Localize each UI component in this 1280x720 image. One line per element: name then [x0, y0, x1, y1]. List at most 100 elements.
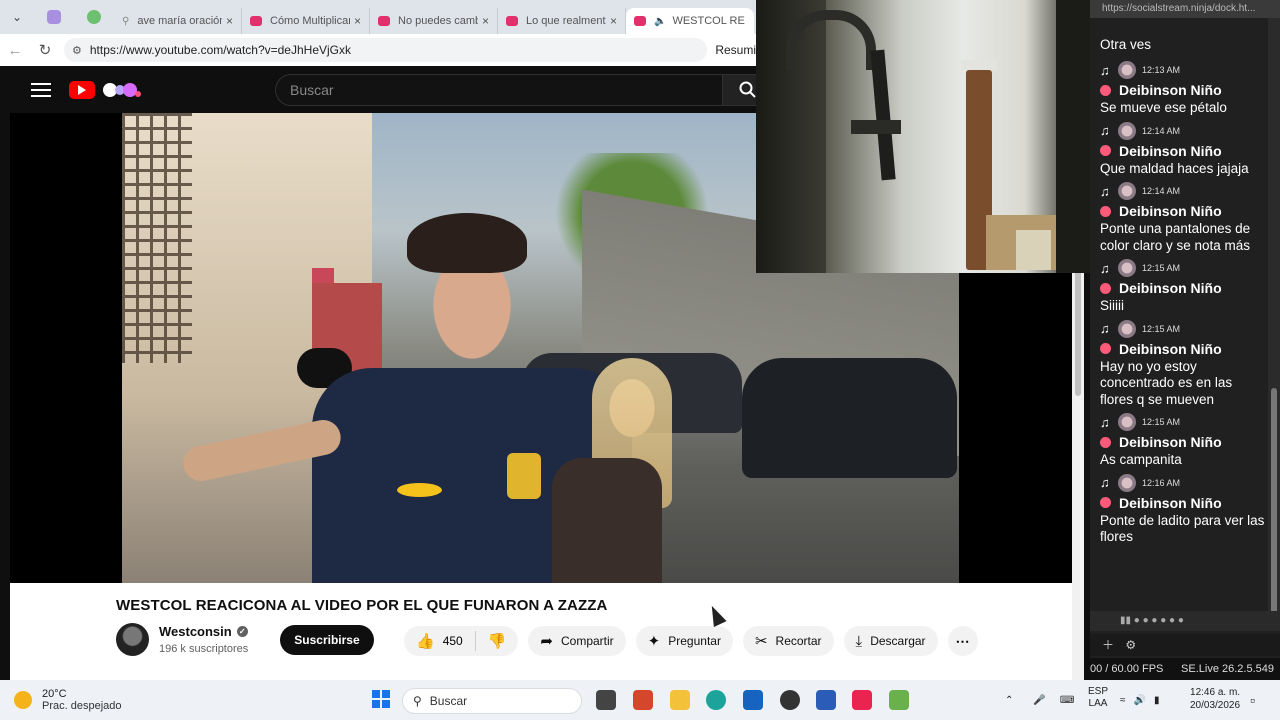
search-icon: ⚲ — [413, 694, 422, 708]
youtube-icon — [634, 16, 646, 26]
clip-label: Recortar — [775, 634, 822, 648]
obs-icon[interactable] — [780, 690, 800, 710]
close-tab-icon[interactable]: × — [610, 14, 617, 28]
version-label: SE.Live 26.2.5.549 — [1181, 663, 1274, 675]
more-actions-icon[interactable]: ⋯ — [947, 626, 978, 656]
clip-button[interactable]: ✂ Recortar — [742, 626, 834, 656]
youtube-logo[interactable] — [69, 80, 95, 99]
chat-scrollbar[interactable] — [1268, 18, 1280, 626]
webcam-overlay — [756, 0, 1101, 273]
task-view-icon[interactable] — [596, 690, 616, 710]
chevron-up-icon[interactable]: ⌃ — [1005, 695, 1013, 706]
reload-icon[interactable]: ↻ — [30, 41, 60, 59]
message-time: 12:15 AM — [1142, 323, 1181, 334]
channel-name[interactable]: Westconsin — [159, 624, 232, 639]
tiktok-icon[interactable] — [852, 690, 872, 710]
input-icon[interactable]: ⌨ — [1060, 695, 1074, 706]
site-settings-icon[interactable]: ⚙ — [72, 44, 82, 57]
notification-icon[interactable]: ▫ — [1250, 692, 1255, 708]
close-tab-icon[interactable]: × — [226, 14, 233, 28]
search-icon — [739, 81, 756, 98]
brave-icon[interactable] — [633, 690, 653, 710]
chat-message: ♫ 12:13 AM Deibinson Niño Se mueve ese pé… — [1090, 60, 1268, 121]
dislike-button[interactable]: 👎 — [476, 632, 519, 650]
channel-owner-row: Westconsin ✓ 196 k suscriptores Suscribi… — [116, 623, 374, 656]
avatar — [1118, 259, 1136, 277]
user-badge-icon — [1100, 145, 1111, 156]
emoji-bar[interactable]: ▮▮ ● ● ● ● ● ● — [1090, 611, 1280, 631]
close-tab-icon[interactable]: × — [482, 14, 489, 28]
instagram-icon — [506, 16, 518, 26]
microphone-icon[interactable]: 🎤 — [1033, 695, 1045, 706]
store-icon[interactable] — [743, 690, 763, 710]
tab-westcol[interactable]: 🔈 WESTCOL RE — [626, 8, 754, 34]
language-indicator[interactable]: ESP LAA — [1088, 686, 1108, 710]
search-input[interactable]: Buscar — [275, 74, 723, 106]
search-placeholder: Buscar — [290, 82, 334, 98]
tab-ave-maria[interactable]: ⚲ ave maría oración × — [114, 8, 242, 34]
temperature: 20°C — [42, 688, 67, 700]
user-badge-icon — [1100, 436, 1111, 448]
message-text: Ponte una pantalones de color claro y se… — [1100, 221, 1251, 253]
tab-list-dropdown-icon[interactable]: ⌄ — [0, 0, 34, 34]
tiktok-icon: ♫ — [1100, 475, 1110, 490]
back-arrow-icon[interactable]: ← — [0, 42, 30, 59]
app-icon[interactable] — [889, 690, 909, 710]
network-sound-battery[interactable]: ≈ 🔊 ▮ — [1120, 680, 1159, 720]
clock[interactable]: 12:46 a. m. 20/03/2026 — [1190, 686, 1240, 712]
message-time: 12:15 AM — [1142, 263, 1181, 273]
gear-icon[interactable]: ⚙ — [1125, 638, 1136, 652]
status-bar: 00 / 60.00 FPS SE.Live 26.2.5.549 — [1090, 658, 1280, 680]
avatar — [1118, 121, 1136, 140]
clock-date: 20/03/2026 — [1190, 700, 1241, 711]
pinned-tab-2[interactable] — [74, 0, 114, 34]
chat-scrollbar-thumb[interactable] — [1271, 388, 1277, 618]
channel-avatar[interactable] — [116, 623, 149, 656]
close-tab-icon[interactable]: × — [354, 14, 361, 28]
instagram-icon — [250, 16, 262, 26]
pinned-tab-1[interactable] — [34, 0, 74, 34]
ask-button[interactable]: ✦ Preguntar — [635, 626, 733, 656]
sun-icon — [14, 691, 32, 709]
tab-como-multiplicar[interactable]: Cómo Multiplicar × — [242, 8, 370, 34]
tiktok-icon: ♫ — [1100, 62, 1110, 78]
message-text: As campanita — [1100, 452, 1182, 467]
subscriber-count: 196 k suscriptores — [159, 643, 249, 655]
search-icon: ⚲ — [122, 15, 130, 27]
user-badge-icon — [1100, 84, 1111, 96]
edge-icon[interactable] — [706, 690, 726, 710]
chat-message: ♫ 12:14 AM Deibinson Niño Ponte una panta… — [1090, 181, 1268, 258]
message-time: 12:13 AM — [1142, 65, 1181, 75]
tab-lo-que-realmente[interactable]: Lo que realmente × — [498, 8, 626, 34]
chat-message: ♫ 12:15 AM Deibinson Niño Hay no yo estoy… — [1090, 319, 1268, 413]
url-field[interactable]: ⚙ https://www.youtube.com/watch?v=deJhHe… — [64, 38, 708, 62]
share-button[interactable]: ➦ Compartir — [528, 626, 626, 656]
download-button[interactable]: ⤓ Descargar — [843, 626, 938, 656]
weather-widget[interactable]: 20°C Prac. despejado — [14, 688, 174, 712]
message-author: Deibinson Niño — [1119, 340, 1222, 357]
ask-label: Preguntar — [668, 634, 721, 648]
tiktok-icon: ♫ — [1100, 183, 1110, 199]
sparkle-icon: ✦ — [647, 633, 661, 650]
youtube-doodle[interactable] — [101, 79, 145, 101]
like-button[interactable]: 👍 450 — [404, 631, 476, 651]
channel-name-row[interactable]: Westconsin ✓ — [159, 624, 248, 639]
menu-icon[interactable] — [31, 79, 51, 101]
message-author: Deibinson Niño — [1119, 280, 1222, 296]
page-scrollbar-thumb[interactable] — [1075, 256, 1081, 396]
share-arrow-icon: ➦ — [540, 633, 553, 650]
chat-partial-message: Otra ves — [1100, 37, 1152, 52]
subscribe-button[interactable]: Suscribirse — [280, 624, 374, 655]
system-tray: ⌃ 🎤 ⌨ — [1005, 680, 1074, 720]
tab-no-puedes[interactable]: No puedes cambi × — [370, 8, 498, 34]
folder-icon[interactable] — [670, 690, 690, 710]
add-icon[interactable]: ＋ — [1102, 638, 1114, 652]
word-icon[interactable] — [816, 690, 836, 710]
speaker-icon: 🔈 — [654, 15, 667, 27]
taskbar-search[interactable]: ⚲ Buscar — [402, 688, 582, 714]
battery-icon: ▮ — [1153, 694, 1160, 706]
message-author: Deibinson Niño — [1119, 494, 1222, 511]
summarize-button[interactable]: Resumi — [715, 43, 760, 57]
like-dislike-group: 👍 450 👎 — [404, 626, 519, 656]
windows-start-icon[interactable] — [372, 690, 390, 708]
